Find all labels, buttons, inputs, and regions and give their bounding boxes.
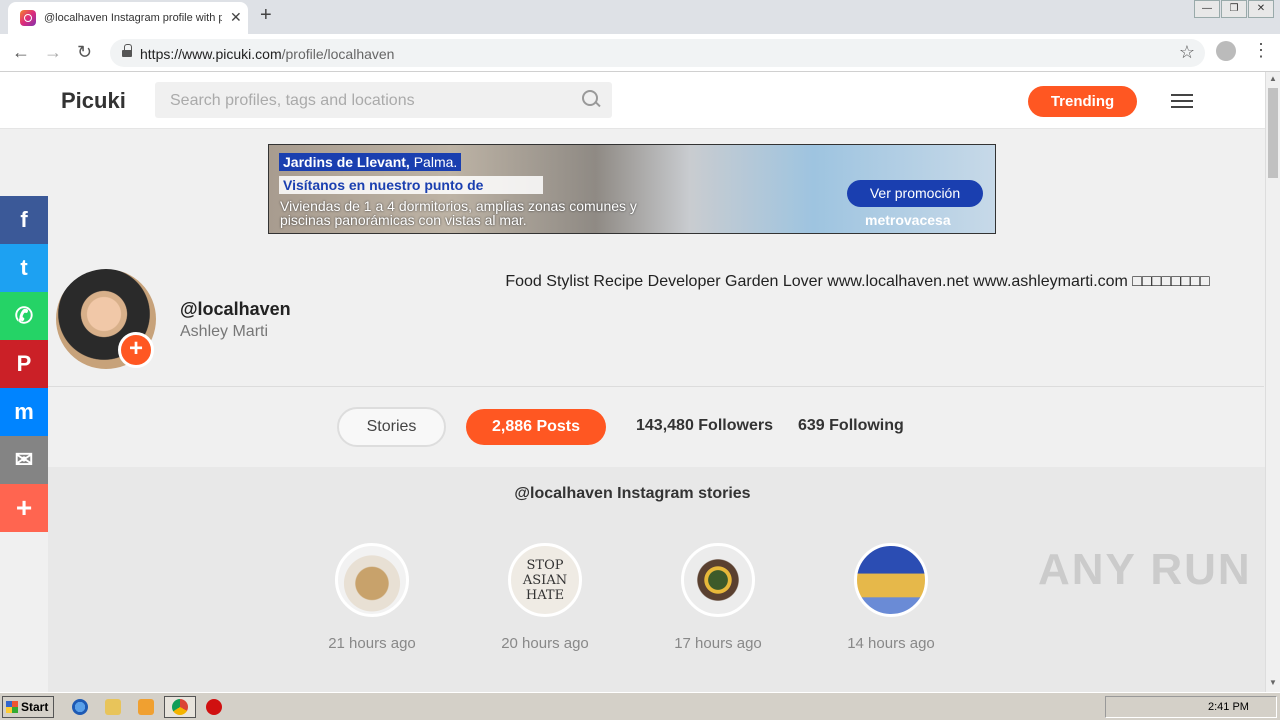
more-share-icon[interactable]: + — [0, 484, 48, 532]
story-text: STOP ASIAN HATE — [522, 557, 568, 603]
ad-headline: Jardins de Llevant, Palma. — [279, 153, 462, 171]
add-plus-icon[interactable]: + — [118, 332, 154, 368]
site-logo[interactable]: Picuki — [61, 88, 126, 114]
whatsapp-share-icon[interactable]: ✆ — [0, 292, 48, 340]
restore-button[interactable]: ❐ — [1221, 0, 1247, 18]
ad-banner[interactable]: Jardins de Llevant, Palma. Visítanos en … — [268, 144, 996, 234]
lock-icon — [122, 44, 132, 57]
window-controls: — ❐ ✕ — [1193, 0, 1274, 18]
posts-button[interactable]: 2,886 Posts — [466, 409, 606, 445]
profile-bio: Food Stylist Recipe Developer Garden Lov… — [505, 273, 1210, 290]
profile-username: @localhaven — [180, 299, 291, 319]
browser-menu-icon[interactable]: ⋮ — [1252, 40, 1270, 61]
ad-cta-button[interactable]: Ver promoción — [847, 180, 983, 207]
scroll-up-icon[interactable]: ▲ — [1269, 74, 1277, 83]
system-tray — [1105, 696, 1277, 718]
stories-button[interactable]: Stories — [337, 407, 446, 447]
close-window-button[interactable]: ✕ — [1248, 0, 1274, 18]
scroll-thumb[interactable] — [1268, 88, 1278, 178]
folder-icon[interactable] — [105, 699, 121, 715]
media-player-icon[interactable] — [138, 699, 154, 715]
stop-icon[interactable] — [206, 699, 222, 715]
page-scrollbar[interactable]: ▲ ▼ — [1265, 72, 1280, 692]
profile-full-name: Ashley Marti — [180, 323, 269, 340]
windows-taskbar: Start 2:41 PM — [0, 692, 1280, 720]
watermark: ANY RUN — [1038, 545, 1252, 594]
story-thumbnail[interactable] — [335, 543, 409, 617]
divider — [48, 386, 1264, 387]
story-thumbnail[interactable]: STOP ASIAN HATE — [508, 543, 582, 617]
facebook-share-icon[interactable]: f — [0, 196, 48, 244]
pinterest-share-icon[interactable]: P — [0, 340, 48, 388]
chrome-icon — [172, 699, 188, 715]
hamburger-menu-icon[interactable] — [1171, 94, 1193, 108]
reload-icon[interactable]: ↻ — [77, 42, 92, 63]
browser-profile-icon[interactable] — [1216, 41, 1236, 61]
start-button[interactable]: Start — [2, 696, 54, 718]
search-input[interactable]: Search profiles, tags and locations — [155, 82, 612, 118]
ad-brand-logo: metrovacesa — [865, 212, 951, 228]
forward-arrow-icon[interactable]: → — [44, 42, 62, 63]
search-icon[interactable] — [582, 90, 600, 108]
bookmark-star-icon[interactable]: ☆ — [1179, 42, 1195, 63]
ad-description: Viviendas de 1 a 4 dormitorios, amplias … — [280, 198, 637, 228]
story-time: 20 hours ago — [501, 635, 589, 652]
ad-subheadline: Visítanos en nuestro punto de — [279, 176, 543, 194]
tab-close-icon[interactable]: ✕ — [230, 9, 242, 26]
followers-count: 143,480 Followers — [636, 417, 773, 434]
messenger-share-icon[interactable]: m — [0, 388, 48, 436]
story-thumbnail[interactable] — [681, 543, 755, 617]
address-bar[interactable]: https://www.picuki.com/profile/localhave… — [110, 39, 1205, 67]
following-count: 639 Following — [798, 417, 904, 434]
search-placeholder: Search profiles, tags and locations — [170, 92, 415, 109]
stories-title: @localhaven Instagram stories — [514, 485, 751, 502]
new-tab-button[interactable]: + — [260, 4, 272, 27]
tab-title: @localhaven Instagram profile with p — [44, 12, 222, 24]
scroll-down-icon[interactable]: ▼ — [1269, 678, 1277, 687]
story-time: 17 hours ago — [674, 635, 762, 652]
page-content: Picuki Search profiles, tags and locatio… — [0, 72, 1265, 692]
url-text: https://www.picuki.com/profile/localhave… — [140, 46, 395, 62]
clock: 2:41 PM — [1208, 701, 1249, 713]
story-time: 21 hours ago — [328, 635, 416, 652]
browser-toolbar: ← → ↻ https://www.picuki.com/profile/loc… — [0, 34, 1280, 72]
ie-icon[interactable] — [72, 699, 88, 715]
email-share-icon[interactable]: ✉ — [0, 436, 48, 484]
instagram-favicon-icon — [20, 10, 36, 26]
site-header: Picuki Search profiles, tags and locatio… — [0, 72, 1265, 129]
story-thumbnail[interactable] — [854, 543, 928, 617]
trending-button[interactable]: Trending — [1028, 86, 1137, 117]
back-arrow-icon[interactable]: ← — [12, 42, 30, 63]
browser-tab[interactable]: @localhaven Instagram profile with p ✕ — [8, 2, 248, 34]
tab-bar: @localhaven Instagram profile with p ✕ +… — [0, 0, 1280, 34]
story-time: 14 hours ago — [847, 635, 935, 652]
minimize-button[interactable]: — — [1194, 0, 1220, 18]
twitter-share-icon[interactable]: t — [0, 244, 48, 292]
